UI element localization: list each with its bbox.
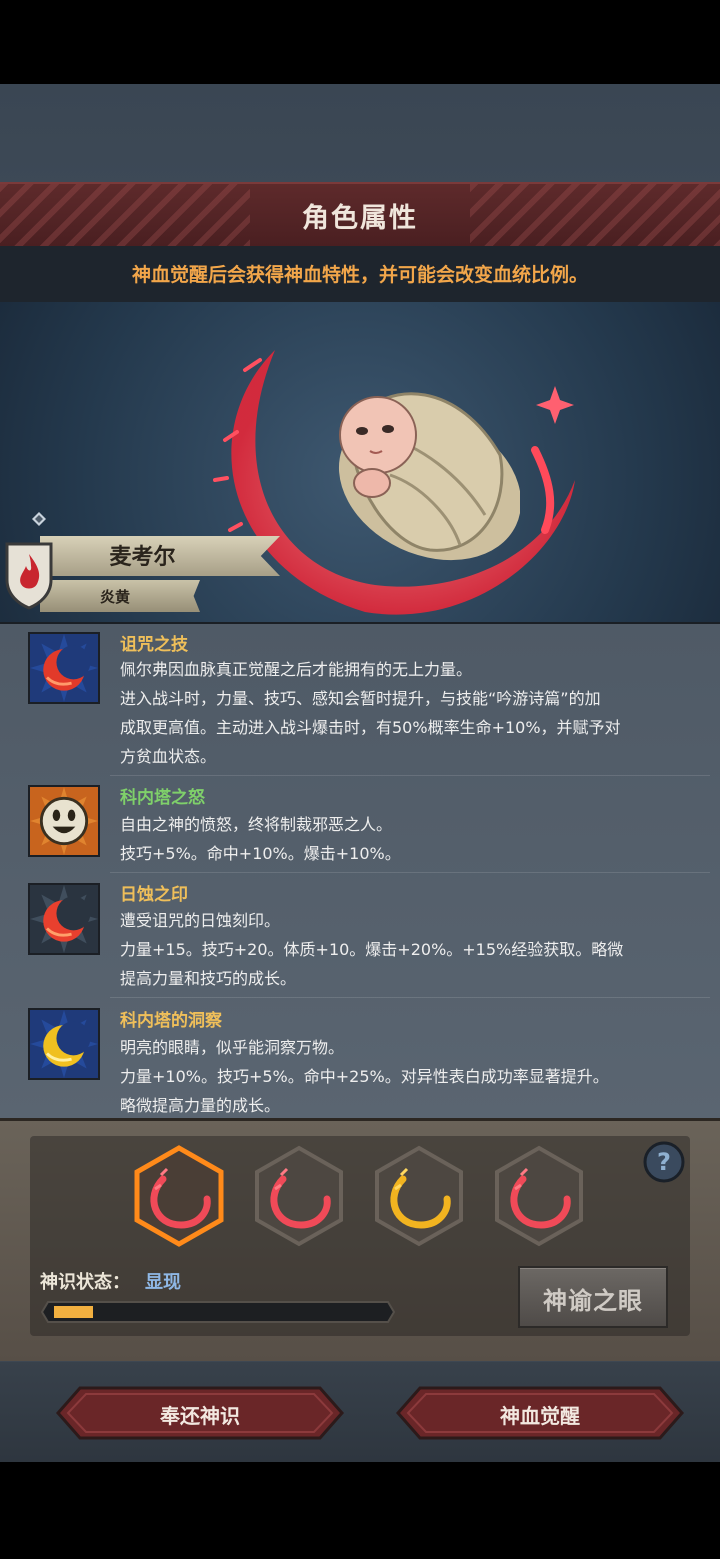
trait-line: 技巧+5%。命中+10%。爆击+10%。 bbox=[120, 844, 401, 863]
progress-fill bbox=[54, 1306, 93, 1318]
page-title: 角色属性 bbox=[302, 203, 418, 234]
trait-title: 日蚀之印 bbox=[120, 885, 188, 905]
trait-line: 力量+10%。技巧+5%。命中+25%。对异性表白成功率显著提升。 bbox=[120, 1067, 609, 1086]
blood-awaken-label: 神血觉醒 bbox=[500, 1404, 580, 1428]
trait-description: 明亮的眼睛，似乎能洞察万物。 力量+10%。技巧+5%。命中+25%。对异性表白… bbox=[120, 1033, 695, 1120]
status-bar-area bbox=[0, 0, 720, 84]
trait-divider bbox=[110, 872, 710, 873]
trait-line: 明亮的眼睛，似乎能洞察万物。 bbox=[120, 1038, 345, 1057]
trait-line: 佩尔弗因血脉真正觉醒之后才能拥有的无上力量。 bbox=[120, 660, 473, 679]
gold-crescent-icon[interactable] bbox=[28, 1008, 100, 1080]
hint-text: 神血觉醒后会获得神血特性，并可能会改变血统比例。 bbox=[131, 264, 588, 286]
awareness-status-value: 显现 bbox=[145, 1272, 181, 1293]
trait-line: 进入战斗时，力量、技巧、感知会暂时提升，与技能“吟游诗篇”的加 bbox=[120, 689, 601, 708]
awakening-slot-3[interactable] bbox=[373, 1145, 465, 1247]
return-awareness-label: 奉还神识 bbox=[160, 1404, 240, 1428]
hint-bar: 神血觉醒后会获得神血特性，并可能会改变血统比例。 bbox=[0, 246, 720, 302]
rank-diamond-icon bbox=[32, 512, 46, 526]
trait-line: 略微提高力量的成长。 bbox=[120, 1096, 281, 1115]
trait-line: 成取更高值。主动进入战斗爆击时，有50%概率生命+10%，并赋予对 bbox=[120, 718, 621, 737]
trait-line: 遭受诅咒的日蚀刻印。 bbox=[120, 911, 281, 930]
svg-text:?: ? bbox=[657, 1148, 671, 1176]
swaddled-baby-icon bbox=[338, 392, 520, 561]
trait-divider bbox=[110, 997, 710, 998]
flame-shield-icon bbox=[5, 542, 53, 610]
awakening-slot-1[interactable] bbox=[133, 1145, 225, 1247]
trait-title: 科内塔的洞察 bbox=[120, 1011, 222, 1031]
awareness-status-label: 神识状态： bbox=[40, 1272, 130, 1293]
question-mark-icon[interactable]: ? bbox=[642, 1140, 686, 1184]
trait-description: 遭受诅咒的日蚀刻印。 力量+15。技巧+20。体质+10。爆击+20%。+15%… bbox=[120, 906, 695, 993]
trait-description: 佩尔弗因血脉真正觉醒之后才能拥有的无上力量。 进入战斗时，力量、技巧、感知会暂时… bbox=[120, 655, 695, 771]
oracle-eye-label: 神谕之眼 bbox=[543, 1287, 643, 1315]
awakening-slot-2[interactable] bbox=[253, 1145, 345, 1247]
trait-line: 自由之神的愤怒，终将制裁邪恶之人。 bbox=[120, 815, 393, 834]
red-crescent-icon[interactable] bbox=[28, 883, 100, 955]
awareness-progress-bar bbox=[40, 1301, 396, 1323]
character-name: 麦考尔 bbox=[109, 545, 176, 570]
smiley-face-icon[interactable] bbox=[28, 785, 100, 857]
trait-line: 方贫血状态。 bbox=[120, 747, 217, 766]
character-bloodline: 炎黄 bbox=[99, 588, 130, 606]
trait-line: 提高力量和技巧的成长。 bbox=[120, 969, 297, 988]
trait-title: 科内塔之怒 bbox=[120, 788, 205, 808]
trait-title: 诅咒之技 bbox=[120, 635, 188, 655]
title-bar: 角色属性 bbox=[0, 182, 720, 248]
red-crescent-icon[interactable] bbox=[28, 632, 100, 704]
trait-line: 力量+15。技巧+20。体质+10。爆击+20%。+15%经验获取。略微 bbox=[120, 940, 624, 959]
bottom-blank-area bbox=[0, 1462, 720, 1559]
trait-divider bbox=[110, 775, 710, 776]
awakening-slot-4[interactable] bbox=[493, 1145, 585, 1247]
trait-description: 自由之神的愤怒，终将制裁邪恶之人。 技巧+5%。命中+10%。爆击+10%。 bbox=[120, 810, 695, 868]
